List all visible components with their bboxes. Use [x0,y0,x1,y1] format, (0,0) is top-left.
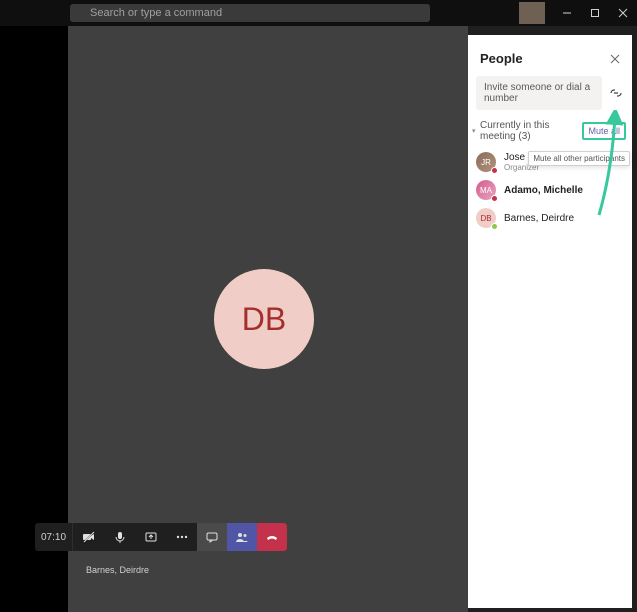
hangup-icon [265,530,279,544]
participant-avatar: DB [476,208,496,228]
maximize-icon [590,8,600,18]
mute-all-tooltip: Mute all other participants [528,151,630,166]
participant-list: JRJose RosarioOrganizerMute all other pa… [468,148,632,232]
participant-caption: Barnes, Deirdre [86,565,149,575]
search-input[interactable]: Search or type a command [70,4,430,22]
close-button[interactable] [609,0,637,26]
presence-indicator [491,223,498,230]
titlebar: Search or type a command [0,0,637,26]
participant-avatar: JR [476,152,496,172]
meeting-stage: DB 07:10 Barnes, Deirdre [68,26,468,612]
camera-button[interactable] [73,523,104,551]
profile-square[interactable] [519,2,545,24]
people-panel: People Invite someone or dial a number ▾… [468,35,632,608]
link-icon [609,87,623,99]
maximize-button[interactable] [581,0,609,26]
section-row[interactable]: ▾ Currently in this meeting (3) Mute all [468,110,632,148]
titlebar-right [519,0,637,26]
chat-icon [205,530,219,544]
people-close-button[interactable] [610,54,620,64]
participant-row[interactable]: MA Adamo, Michelle [468,176,632,204]
chat-button[interactable] [197,523,227,551]
search-placeholder: Search or type a command [90,7,222,19]
main-avatar-initials: DB [242,301,286,338]
participant-label: Adamo, Michelle [504,185,583,196]
people-header: People [468,35,632,76]
presence-indicator [491,195,498,202]
close-icon [618,8,628,18]
minimize-icon [562,8,572,18]
more-icon [175,530,189,544]
people-title: People [480,51,610,66]
participant-label: Barnes, Deirdre [504,213,574,224]
people-icon [235,530,249,544]
section-label: Currently in this meeting (3) [480,120,582,142]
participant-row[interactable]: JRJose RosarioOrganizerMute all other pa… [468,148,632,176]
mic-icon [113,530,127,544]
presence-indicator [491,167,498,174]
participant-avatar: MA [476,180,496,200]
minimize-button[interactable] [553,0,581,26]
call-timer: 07:10 [35,523,73,551]
share-button[interactable] [135,523,166,551]
invite-input[interactable]: Invite someone or dial a number [476,76,602,110]
share-invite-button[interactable] [608,87,624,99]
main-participant-avatar: DB [214,269,314,369]
people-button[interactable] [227,523,257,551]
mic-button[interactable] [104,523,135,551]
call-control-bar: 07:10 [35,523,287,551]
participant-name: Barnes, Deirdre [504,213,574,224]
share-icon [144,530,158,544]
participant-name: Adamo, Michelle [504,185,583,196]
close-icon [610,54,620,64]
hangup-button[interactable] [257,523,287,551]
more-button[interactable] [166,523,197,551]
camera-off-icon [82,530,96,544]
participant-row[interactable]: DB Barnes, Deirdre [468,204,632,232]
invite-row: Invite someone or dial a number [468,76,632,110]
mute-all-button[interactable]: Mute all [582,122,626,140]
invite-placeholder: Invite someone or dial a number [484,82,590,104]
collapse-icon: ▾ [472,127,480,135]
